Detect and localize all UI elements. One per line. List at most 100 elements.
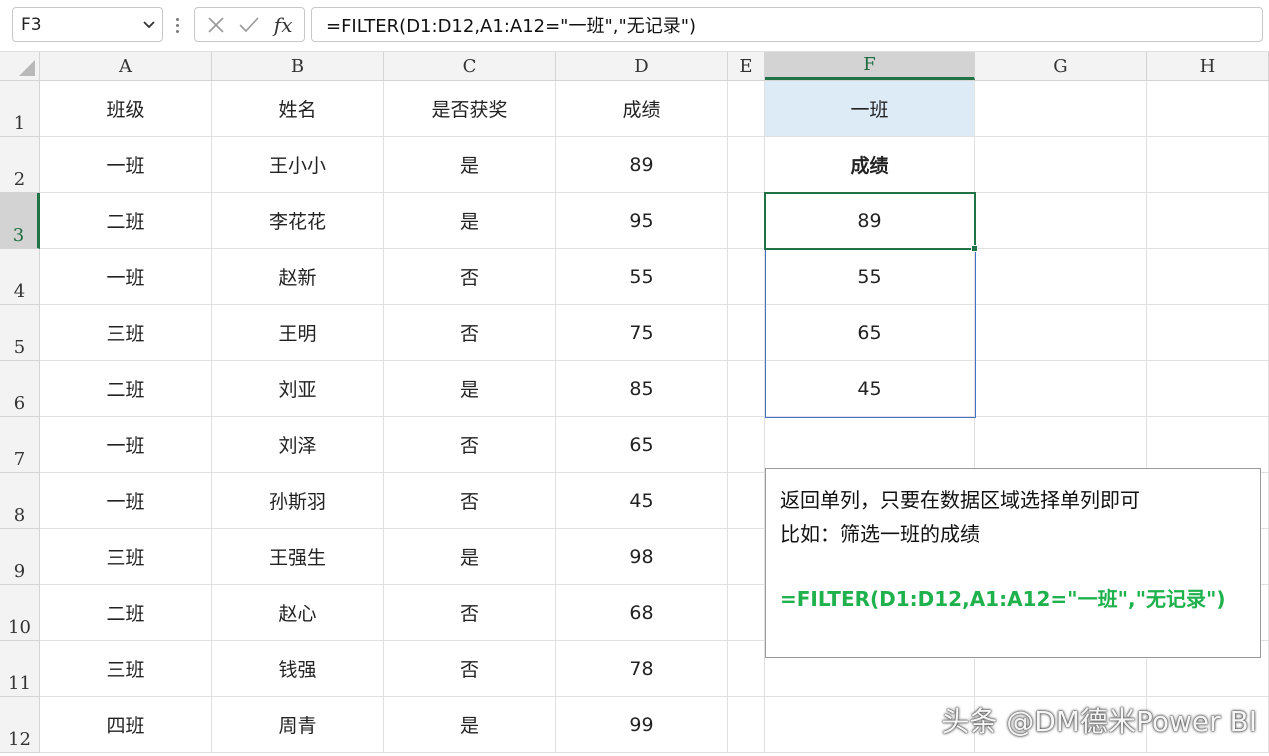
cell-f5[interactable]: 65 bbox=[765, 305, 975, 361]
cell-b10[interactable]: 赵心 bbox=[212, 585, 384, 641]
cell-d9[interactable]: 98 bbox=[556, 529, 728, 585]
cell-e7[interactable] bbox=[728, 417, 765, 473]
cell-f4[interactable]: 55 bbox=[765, 249, 975, 305]
cell-c12[interactable]: 是 bbox=[384, 697, 556, 753]
cell-d10[interactable]: 68 bbox=[556, 585, 728, 641]
cell-a5[interactable]: 三班 bbox=[40, 305, 212, 361]
cell-d12[interactable]: 99 bbox=[556, 697, 728, 753]
cell-h3[interactable] bbox=[1147, 193, 1269, 249]
row-header-12[interactable]: 12 bbox=[0, 697, 40, 753]
cell-b4[interactable]: 赵新 bbox=[212, 249, 384, 305]
column-header-a[interactable]: A bbox=[40, 52, 212, 80]
row-header-9[interactable]: 9 bbox=[0, 529, 40, 585]
cell-a7[interactable]: 一班 bbox=[40, 417, 212, 473]
cell-c4[interactable]: 否 bbox=[384, 249, 556, 305]
cell-a10[interactable]: 二班 bbox=[40, 585, 212, 641]
fill-handle[interactable] bbox=[971, 245, 978, 252]
cell-c2[interactable]: 是 bbox=[384, 137, 556, 193]
more-options-icon[interactable] bbox=[172, 12, 182, 38]
cell-a9[interactable]: 三班 bbox=[40, 529, 212, 585]
cell-c8[interactable]: 否 bbox=[384, 473, 556, 529]
cell-a12[interactable]: 四班 bbox=[40, 697, 212, 753]
row-header-1[interactable]: 1 bbox=[0, 81, 40, 137]
cell-b3[interactable]: 李花花 bbox=[212, 193, 384, 249]
cell-f3[interactable]: 89 bbox=[765, 193, 975, 249]
cell-f6[interactable]: 45 bbox=[765, 361, 975, 417]
cell-a4[interactable]: 一班 bbox=[40, 249, 212, 305]
cell-f7[interactable] bbox=[765, 417, 975, 473]
cell-e10[interactable] bbox=[728, 585, 765, 641]
confirm-icon[interactable] bbox=[234, 10, 264, 40]
cell-d5[interactable]: 75 bbox=[556, 305, 728, 361]
row-header-4[interactable]: 4 bbox=[0, 249, 40, 305]
cell-b7[interactable]: 刘泽 bbox=[212, 417, 384, 473]
cell-f2[interactable]: 成绩 bbox=[765, 137, 975, 193]
cell-d2[interactable]: 89 bbox=[556, 137, 728, 193]
cell-e2[interactable] bbox=[728, 137, 765, 193]
cell-c11[interactable]: 否 bbox=[384, 641, 556, 697]
cell-a11[interactable]: 三班 bbox=[40, 641, 212, 697]
insert-function-icon[interactable]: fx bbox=[268, 10, 298, 40]
cell-b12[interactable]: 周青 bbox=[212, 697, 384, 753]
cell-c7[interactable]: 否 bbox=[384, 417, 556, 473]
row-header-10[interactable]: 10 bbox=[0, 585, 40, 641]
cell-b6[interactable]: 刘亚 bbox=[212, 361, 384, 417]
cell-e9[interactable] bbox=[728, 529, 765, 585]
cell-a8[interactable]: 一班 bbox=[40, 473, 212, 529]
cell-d4[interactable]: 55 bbox=[556, 249, 728, 305]
cell-g7[interactable] bbox=[975, 417, 1147, 473]
cell-d6[interactable]: 85 bbox=[556, 361, 728, 417]
cell-d7[interactable]: 65 bbox=[556, 417, 728, 473]
cell-e4[interactable] bbox=[728, 249, 765, 305]
cell-g1[interactable] bbox=[975, 81, 1147, 137]
cell-h4[interactable] bbox=[1147, 249, 1269, 305]
cell-g6[interactable] bbox=[975, 361, 1147, 417]
chevron-down-icon[interactable] bbox=[136, 8, 162, 41]
column-header-d[interactable]: D bbox=[556, 52, 728, 80]
cell-e6[interactable] bbox=[728, 361, 765, 417]
cell-c10[interactable]: 否 bbox=[384, 585, 556, 641]
cell-h7[interactable] bbox=[1147, 417, 1269, 473]
cell-a3[interactable]: 二班 bbox=[40, 193, 212, 249]
row-header-3[interactable]: 3 bbox=[0, 193, 40, 249]
cell-g5[interactable] bbox=[975, 305, 1147, 361]
column-header-b[interactable]: B bbox=[212, 52, 384, 80]
cell-g4[interactable] bbox=[975, 249, 1147, 305]
row-header-2[interactable]: 2 bbox=[0, 137, 40, 193]
cell-f1[interactable]: 一班 bbox=[765, 81, 975, 137]
cell-e1[interactable] bbox=[728, 81, 765, 137]
cell-g2[interactable] bbox=[975, 137, 1147, 193]
formula-input[interactable]: =FILTER(D1:D12,A1:A12="一班","无记录") bbox=[311, 7, 1263, 42]
column-header-g[interactable]: G bbox=[975, 52, 1147, 80]
name-box[interactable]: F3 bbox=[12, 7, 163, 42]
cell-b11[interactable]: 钱强 bbox=[212, 641, 384, 697]
column-header-f[interactable]: F bbox=[765, 52, 975, 80]
cell-d8[interactable]: 45 bbox=[556, 473, 728, 529]
cell-a6[interactable]: 二班 bbox=[40, 361, 212, 417]
cell-c1[interactable]: 是否获奖 bbox=[384, 81, 556, 137]
cell-a1[interactable]: 班级 bbox=[40, 81, 212, 137]
cell-a2[interactable]: 一班 bbox=[40, 137, 212, 193]
cell-h6[interactable] bbox=[1147, 361, 1269, 417]
cell-h1[interactable] bbox=[1147, 81, 1269, 137]
cell-b9[interactable]: 王强生 bbox=[212, 529, 384, 585]
cell-e12[interactable] bbox=[728, 697, 765, 753]
cell-d1[interactable]: 成绩 bbox=[556, 81, 728, 137]
cell-d11[interactable]: 78 bbox=[556, 641, 728, 697]
column-header-e[interactable]: E bbox=[728, 52, 765, 80]
select-all-button[interactable] bbox=[0, 52, 40, 80]
cell-e3[interactable] bbox=[728, 193, 765, 249]
cell-b1[interactable]: 姓名 bbox=[212, 81, 384, 137]
cell-e5[interactable] bbox=[728, 305, 765, 361]
cell-c3[interactable]: 是 bbox=[384, 193, 556, 249]
cell-g3[interactable] bbox=[975, 193, 1147, 249]
row-header-7[interactable]: 7 bbox=[0, 417, 40, 473]
row-header-11[interactable]: 11 bbox=[0, 641, 40, 697]
cell-b2[interactable]: 王小小 bbox=[212, 137, 384, 193]
cell-h2[interactable] bbox=[1147, 137, 1269, 193]
column-header-h[interactable]: H bbox=[1147, 52, 1269, 80]
row-header-5[interactable]: 5 bbox=[0, 305, 40, 361]
row-header-8[interactable]: 8 bbox=[0, 473, 40, 529]
row-header-6[interactable]: 6 bbox=[0, 361, 40, 417]
cancel-icon[interactable] bbox=[201, 10, 231, 40]
